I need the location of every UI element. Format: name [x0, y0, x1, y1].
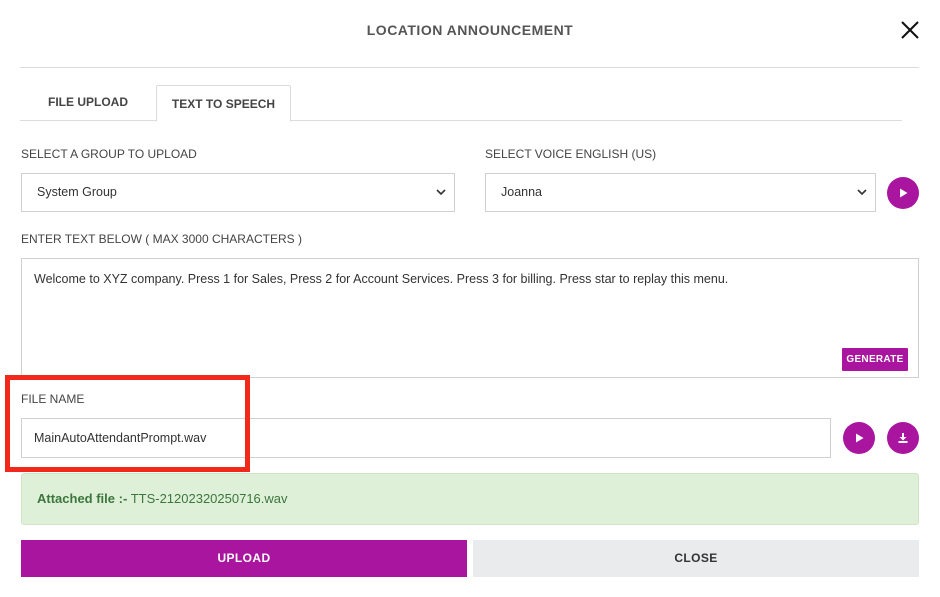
group-select[interactable]: System Group — [21, 173, 455, 212]
play-icon — [856, 433, 864, 443]
file-name-input[interactable]: MainAutoAttendantPrompt.wav — [21, 418, 831, 458]
file-play-button[interactable] — [843, 422, 875, 454]
file-download-button[interactable] — [887, 422, 919, 454]
play-icon — [900, 188, 908, 198]
voice-select[interactable]: Joanna — [485, 173, 876, 212]
tts-text-value: Welcome to XYZ company. Press 1 for Sale… — [34, 272, 729, 286]
attached-file-alert: Attached file :- TTS-21202320250716.wav — [21, 473, 919, 525]
file-name-value: MainAutoAttendantPrompt.wav — [34, 431, 207, 445]
attached-file-name: TTS-21202320250716.wav — [130, 491, 288, 506]
download-icon — [898, 433, 908, 443]
close-icon[interactable] — [899, 19, 921, 41]
attached-file-prefix: Attached file :- — [37, 491, 128, 506]
file-name-label: FILE NAME — [21, 392, 85, 406]
tab-text-to-speech[interactable]: TEXT TO SPEECH — [156, 85, 291, 122]
header-divider — [20, 67, 919, 68]
voice-select-value: Joanna — [501, 185, 543, 199]
tab-file-upload[interactable]: FILE UPLOAD — [20, 85, 156, 121]
close-button[interactable]: CLOSE — [473, 540, 919, 577]
generate-button[interactable]: GENERATE — [842, 348, 908, 371]
upload-button[interactable]: UPLOAD — [21, 540, 467, 577]
chevron-down-icon — [857, 189, 867, 196]
tts-text-area[interactable]: Welcome to XYZ company. Press 1 for Sale… — [21, 258, 919, 378]
chevron-down-icon — [436, 189, 446, 196]
group-select-label: SELECT A GROUP TO UPLOAD — [21, 147, 197, 161]
tab-bar: FILE UPLOAD TEXT TO SPEECH — [20, 85, 902, 122]
dialog-title: LOCATION ANNOUNCEMENT — [366, 22, 574, 38]
group-select-value: System Group — [37, 185, 117, 199]
voice-select-label: SELECT VOICE ENGLISH (US) — [485, 147, 657, 161]
text-input-label: ENTER TEXT BELOW ( MAX 3000 CHARACTERS ) — [21, 232, 302, 246]
voice-preview-play-button[interactable] — [887, 177, 919, 209]
